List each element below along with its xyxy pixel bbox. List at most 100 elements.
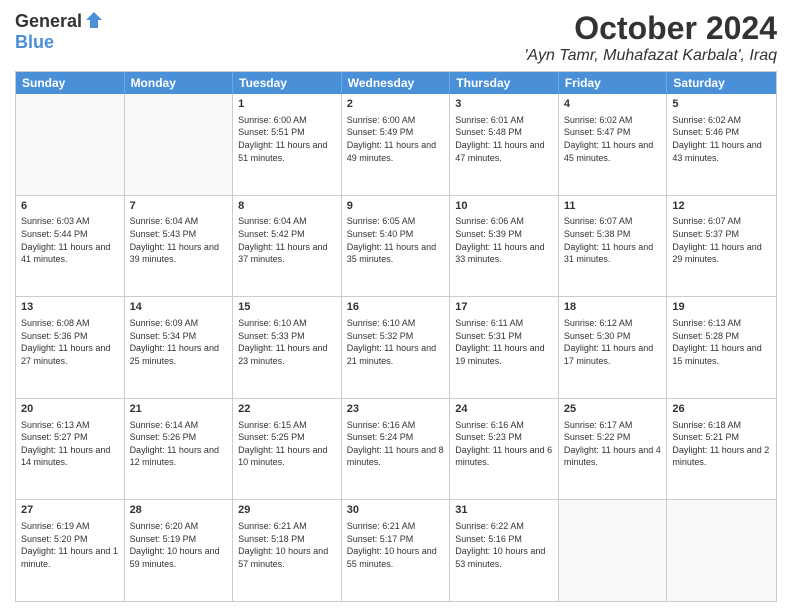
day-info: Sunrise: 6:18 AM Sunset: 5:21 PM Dayligh… [672,419,771,469]
day-info: Sunrise: 6:09 AM Sunset: 5:34 PM Dayligh… [130,317,228,367]
day-number: 1 [238,97,336,112]
cal-cell: 22 Sunrise: 6:15 AM Sunset: 5:25 PM Dayli… [233,399,342,500]
day-info: Sunrise: 6:15 AM Sunset: 5:25 PM Dayligh… [238,419,336,469]
logo-blue-text: Blue [15,32,54,53]
day-number: 2 [347,97,445,112]
calendar-body: 1Sunrise: 6:00 AM Sunset: 5:51 PM Daylig… [16,94,776,601]
day-info: Sunrise: 6:05 AM Sunset: 5:40 PM Dayligh… [347,215,445,265]
cal-cell [16,94,125,195]
calendar: SundayMondayTuesdayWednesdayThursdayFrid… [15,71,777,602]
day-info: Sunrise: 6:02 AM Sunset: 5:46 PM Dayligh… [672,114,771,164]
day-number: 12 [672,199,771,214]
calendar-header: SundayMondayTuesdayWednesdayThursdayFrid… [16,72,776,94]
day-info: Sunrise: 6:11 AM Sunset: 5:31 PM Dayligh… [455,317,553,367]
cal-cell: 11Sunrise: 6:07 AM Sunset: 5:38 PM Dayli… [559,196,668,297]
day-info: Sunrise: 6:16 AM Sunset: 5:24 PM Dayligh… [347,419,445,469]
day-info: Sunrise: 6:17 AM Sunset: 5:22 PM Dayligh… [564,419,662,469]
cal-cell: 21 Sunrise: 6:14 AM Sunset: 5:26 PM Dayli… [125,399,234,500]
day-number: 20 [21,402,119,417]
location-title: 'Ayn Tamr, Muhafazat Karbala', Iraq [524,47,777,65]
day-number: 19 [672,300,771,315]
cal-cell: 30 Sunrise: 6:21 AM Sunset: 5:17 PM Dayli… [342,500,451,601]
cal-cell: 29Sunrise: 6:21 AM Sunset: 5:18 PM Dayli… [233,500,342,601]
cal-row-3: 20 Sunrise: 6:13 AM Sunset: 5:27 PM Dayli… [16,399,776,501]
cal-cell: 16Sunrise: 6:10 AM Sunset: 5:32 PM Dayli… [342,297,451,398]
header: General Blue October 2024 'Ayn Tamr, Muh… [15,10,777,65]
header-day-thursday: Thursday [450,72,559,94]
day-info: Sunrise: 6:01 AM Sunset: 5:48 PM Dayligh… [455,114,553,164]
day-info: Sunrise: 6:14 AM Sunset: 5:26 PM Dayligh… [130,419,228,469]
day-number: 6 [21,199,119,214]
cal-cell [667,500,776,601]
day-info: Sunrise: 6:13 AM Sunset: 5:27 PM Dayligh… [21,419,119,469]
cal-cell: 7Sunrise: 6:04 AM Sunset: 5:43 PM Daylig… [125,196,234,297]
day-info: Sunrise: 6:08 AM Sunset: 5:36 PM Dayligh… [21,317,119,367]
cal-cell: 25 Sunrise: 6:17 AM Sunset: 5:22 PM Dayli… [559,399,668,500]
cal-cell: 20 Sunrise: 6:13 AM Sunset: 5:27 PM Dayli… [16,399,125,500]
page: General Blue October 2024 'Ayn Tamr, Muh… [0,0,792,612]
cal-cell: 9Sunrise: 6:05 AM Sunset: 5:40 PM Daylig… [342,196,451,297]
cal-cell: 10Sunrise: 6:06 AM Sunset: 5:39 PM Dayli… [450,196,559,297]
day-number: 21 [130,402,228,417]
header-day-tuesday: Tuesday [233,72,342,94]
day-number: 27 [21,503,119,518]
day-number: 26 [672,402,771,417]
day-info: Sunrise: 6:06 AM Sunset: 5:39 PM Dayligh… [455,215,553,265]
cal-cell: 23 Sunrise: 6:16 AM Sunset: 5:24 PM Dayli… [342,399,451,500]
cal-cell: 27 Sunrise: 6:19 AM Sunset: 5:20 PM Dayli… [16,500,125,601]
logo: General Blue [15,10,104,53]
day-info: Sunrise: 6:21 AM Sunset: 5:17 PM Dayligh… [347,520,445,570]
logo-icon [84,10,104,30]
day-number: 25 [564,402,662,417]
day-number: 14 [130,300,228,315]
day-number: 15 [238,300,336,315]
day-number: 30 [347,503,445,518]
day-number: 17 [455,300,553,315]
cal-cell: 31 Sunrise: 6:22 AM Sunset: 5:16 PM Dayli… [450,500,559,601]
day-number: 11 [564,199,662,214]
cal-cell: 6Sunrise: 6:03 AM Sunset: 5:44 PM Daylig… [16,196,125,297]
day-info: Sunrise: 6:07 AM Sunset: 5:37 PM Dayligh… [672,215,771,265]
cal-cell: 13 Sunrise: 6:08 AM Sunset: 5:36 PM Dayli… [16,297,125,398]
day-number: 5 [672,97,771,112]
cal-cell: 26 Sunrise: 6:18 AM Sunset: 5:21 PM Dayli… [667,399,776,500]
cal-cell [559,500,668,601]
header-day-monday: Monday [125,72,234,94]
month-title: October 2024 [524,10,777,47]
day-number: 22 [238,402,336,417]
day-number: 23 [347,402,445,417]
day-info: Sunrise: 6:07 AM Sunset: 5:38 PM Dayligh… [564,215,662,265]
day-number: 8 [238,199,336,214]
day-number: 13 [21,300,119,315]
cal-row-1: 6Sunrise: 6:03 AM Sunset: 5:44 PM Daylig… [16,196,776,298]
cal-cell: 14 Sunrise: 6:09 AM Sunset: 5:34 PM Dayli… [125,297,234,398]
day-info: Sunrise: 6:00 AM Sunset: 5:49 PM Dayligh… [347,114,445,164]
cal-cell: 19Sunrise: 6:13 AM Sunset: 5:28 PM Dayli… [667,297,776,398]
cal-cell: 15 Sunrise: 6:10 AM Sunset: 5:33 PM Dayli… [233,297,342,398]
day-info: Sunrise: 6:03 AM Sunset: 5:44 PM Dayligh… [21,215,119,265]
day-info: Sunrise: 6:19 AM Sunset: 5:20 PM Dayligh… [21,520,119,570]
day-info: Sunrise: 6:12 AM Sunset: 5:30 PM Dayligh… [564,317,662,367]
cal-row-0: 1Sunrise: 6:00 AM Sunset: 5:51 PM Daylig… [16,94,776,196]
day-info: Sunrise: 6:22 AM Sunset: 5:16 PM Dayligh… [455,520,553,570]
header-day-saturday: Saturday [667,72,776,94]
cal-cell [125,94,234,195]
cal-row-4: 27 Sunrise: 6:19 AM Sunset: 5:20 PM Dayli… [16,500,776,601]
cal-row-2: 13 Sunrise: 6:08 AM Sunset: 5:36 PM Dayli… [16,297,776,399]
day-info: Sunrise: 6:16 AM Sunset: 5:23 PM Dayligh… [455,419,553,469]
cal-cell: 18 Sunrise: 6:12 AM Sunset: 5:30 PM Dayli… [559,297,668,398]
day-number: 31 [455,503,553,518]
cal-cell: 4 Sunrise: 6:02 AM Sunset: 5:47 PM Daylig… [559,94,668,195]
day-info: Sunrise: 6:02 AM Sunset: 5:47 PM Dayligh… [564,114,662,164]
day-number: 7 [130,199,228,214]
day-number: 28 [130,503,228,518]
day-info: Sunrise: 6:20 AM Sunset: 5:19 PM Dayligh… [130,520,228,570]
cal-cell: 5 Sunrise: 6:02 AM Sunset: 5:46 PM Daylig… [667,94,776,195]
day-info: Sunrise: 6:10 AM Sunset: 5:33 PM Dayligh… [238,317,336,367]
day-number: 18 [564,300,662,315]
day-number: 4 [564,97,662,112]
cal-cell: 1Sunrise: 6:00 AM Sunset: 5:51 PM Daylig… [233,94,342,195]
cal-cell: 3Sunrise: 6:01 AM Sunset: 5:48 PM Daylig… [450,94,559,195]
day-number: 10 [455,199,553,214]
cal-cell: 17 Sunrise: 6:11 AM Sunset: 5:31 PM Dayli… [450,297,559,398]
